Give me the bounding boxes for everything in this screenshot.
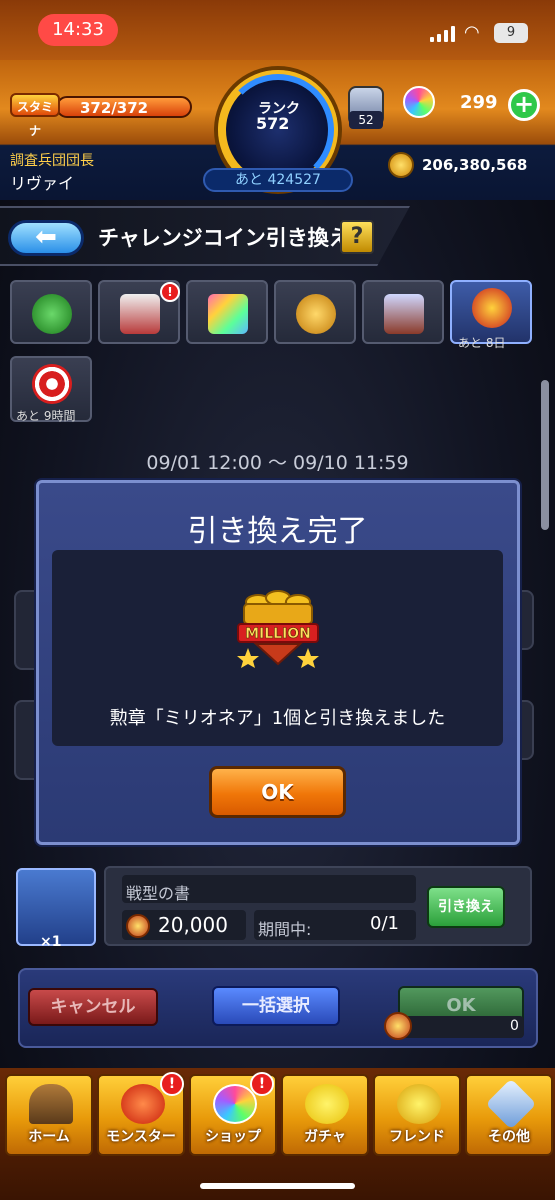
monster-icon [296, 294, 336, 334]
challenge-coin-icon [384, 1012, 412, 1040]
nav-home-label: ホーム [28, 1129, 70, 1145]
egg-card-icon [120, 294, 160, 334]
gold-coin-icon [388, 152, 414, 178]
frame-icon [384, 294, 424, 334]
home-indicator [200, 1183, 355, 1189]
rank-value: 572 [256, 114, 290, 133]
dialog-message: 勲章「ミリオネア」1個と引き換えました [109, 708, 446, 729]
item-name: 戦型の書 [126, 884, 191, 903]
tab-monster[interactable] [274, 280, 356, 344]
nav-monster-label: モンスター [106, 1129, 176, 1145]
other-icon [485, 1078, 537, 1130]
nav-shop-label: ショップ [205, 1129, 261, 1145]
monster-dragon-icon [121, 1084, 165, 1124]
signal-icon [430, 26, 456, 42]
medal-text: MILLION [245, 626, 311, 642]
tab-frame[interactable] [362, 280, 444, 344]
gacha-icon [305, 1084, 349, 1124]
tab-crown-coin-timer: あと 8日 [458, 336, 506, 350]
orb-icon [403, 86, 435, 118]
player-name: リヴァイ [10, 174, 75, 193]
status-time: 14:33 [38, 14, 118, 46]
tab-clover[interactable] [10, 280, 92, 344]
stamina-value: 372/372 [80, 99, 149, 117]
gold-count: 206,380,568 [422, 156, 528, 174]
friend-icon [397, 1084, 441, 1124]
event-period: 09/01 12:00 〜 09/10 11:59 [146, 452, 409, 474]
dialog-title: 引き換え完了 [187, 514, 368, 549]
nav-home[interactable]: ホーム [5, 1074, 93, 1156]
nav-friend[interactable]: フレンド [373, 1074, 461, 1156]
bulk-select-button[interactable]: 一括選択 [212, 986, 340, 1026]
lucky-item-count: 52 [349, 111, 383, 129]
stamina-icon: スタミナ [10, 93, 60, 138]
orb-shop-icon [213, 1084, 257, 1124]
rank-next-exp: あと 424527 [203, 168, 353, 192]
target-icon [32, 364, 72, 404]
dialog-ok-button[interactable]: OK [209, 766, 346, 818]
limit-value: 0/1 [370, 913, 399, 934]
back-button[interactable]: ⬅ [8, 220, 84, 256]
item-count: ×1 [40, 934, 62, 950]
selected-count: 0 [510, 1018, 519, 1034]
selected-count-field [398, 1016, 524, 1038]
tab-egg-card-badge: ! [160, 282, 180, 302]
tab-target-timer: あと 9時間 [16, 409, 76, 423]
player-title: 調査兵団団長 [10, 153, 94, 169]
nav-friend-label: フレンド [389, 1129, 445, 1145]
crown-coin-icon [472, 288, 512, 328]
nav-other-label: その他 [488, 1129, 530, 1145]
help-button[interactable]: ? [340, 220, 374, 254]
nav-shop-badge: ! [250, 1072, 274, 1096]
screen: 14:33 ◠ 9 スタミナ 372/372 ランク 572 あと 424527… [0, 0, 555, 1200]
million-medal-icon: MILLION [237, 590, 319, 668]
nav-other[interactable]: その他 [465, 1074, 553, 1156]
battery-indicator: 9 [494, 23, 528, 43]
challenge-coin-icon [126, 914, 150, 938]
buy-orb-button[interactable]: + [508, 89, 540, 121]
wifi-icon: ◠ [464, 22, 480, 43]
rainbow-card-icon [208, 294, 248, 334]
nav-monster-badge: ! [160, 1072, 184, 1096]
cancel-button[interactable]: キャンセル [28, 988, 158, 1026]
limit-label: 期間中: [258, 920, 312, 939]
nav-gacha[interactable]: ガチャ [281, 1074, 369, 1156]
nav-gacha-label: ガチャ [304, 1129, 346, 1145]
exchange-button[interactable]: 引き換え [427, 886, 505, 928]
home-icon [29, 1084, 73, 1124]
tab-rainbow-card[interactable] [186, 280, 268, 344]
item-price: 20,000 [158, 913, 228, 937]
orb-count: 299 [460, 92, 498, 113]
page-title: チャレンジコイン引き換え [98, 226, 350, 250]
clover-icon [32, 294, 72, 334]
